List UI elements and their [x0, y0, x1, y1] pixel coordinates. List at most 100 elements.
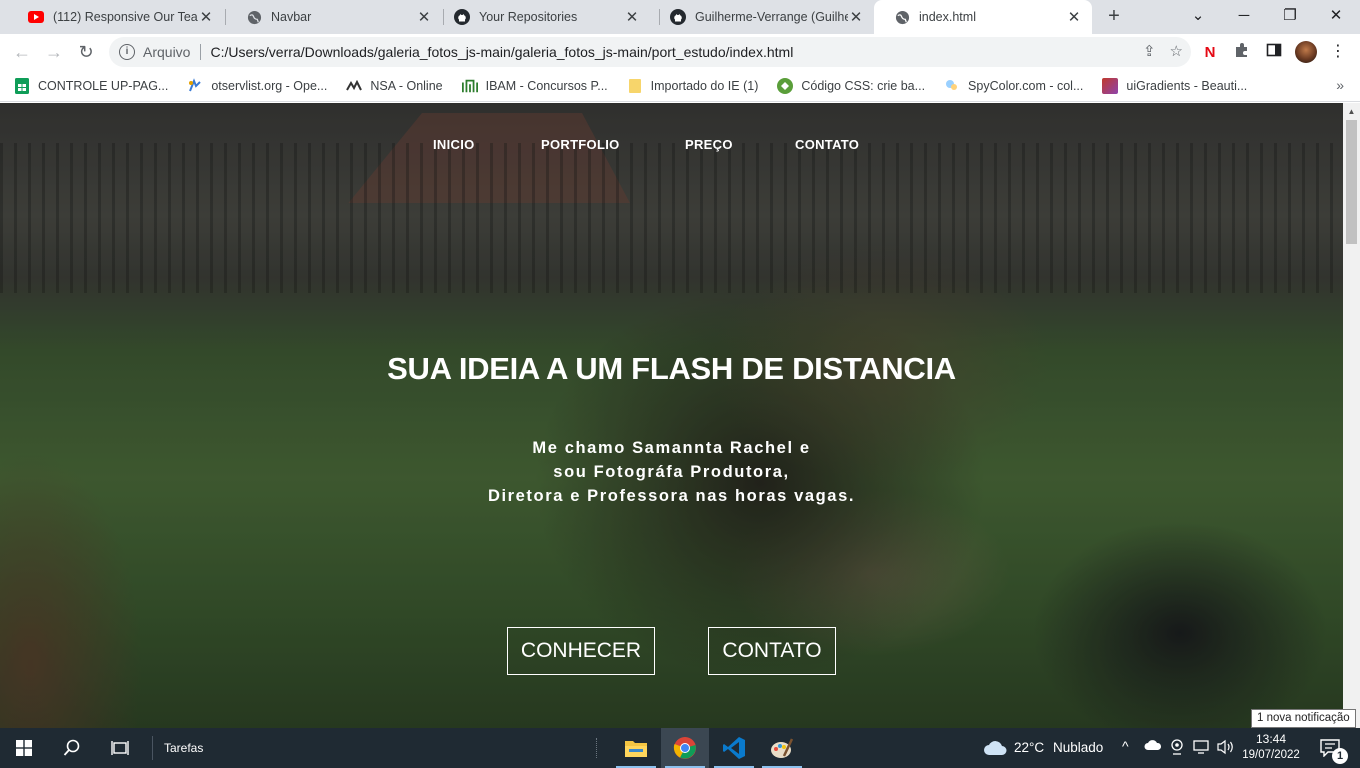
scroll-thumb[interactable]	[1346, 120, 1357, 244]
bookmarks-overflow-icon[interactable]: »	[1336, 77, 1344, 93]
hero-subtitle-line: Diretora e Professora nas horas vagas.	[487, 487, 856, 505]
bookmark-label: CONTROLE UP-PAG...	[38, 78, 169, 93]
bookmark-star-icon[interactable]: ☆	[1170, 42, 1183, 60]
cloud-weather-icon[interactable]	[978, 728, 1012, 768]
restore-button[interactable]: ❐	[1270, 3, 1310, 29]
tab-title: Guilherme-Verrange (Guilher	[695, 10, 848, 24]
paint-icon[interactable]	[758, 728, 806, 768]
close-tab-icon[interactable]: ✕	[416, 8, 432, 26]
new-tab-button[interactable]: +	[1102, 5, 1126, 29]
menu-kebab-icon[interactable]: ⋮	[1328, 42, 1348, 62]
bookmarks-bar: CONTROLE UP-PAG... otservlist.org - Ope.…	[0, 70, 1360, 102]
nav-link-inicio[interactable]: INICIO	[433, 137, 475, 152]
tab-title: index.html	[919, 10, 976, 24]
netflix-extension-icon[interactable]: N	[1200, 42, 1220, 62]
back-button[interactable]: ←	[10, 40, 34, 64]
css-icon	[777, 77, 794, 94]
uigradients-icon	[1102, 77, 1119, 94]
page-viewport: INICIO PORTFOLIO PREÇO CONTATO SUA IDEIA…	[0, 103, 1343, 728]
nsa-icon	[346, 78, 363, 94]
hero-subtitle: Me chamo Samannta Rachel e sou Fotográfa…	[0, 436, 1343, 508]
bookmark-label: IBAM - Concursos P...	[485, 78, 608, 93]
file-explorer-icon[interactable]	[612, 728, 660, 768]
network-icon[interactable]	[1193, 740, 1209, 757]
address-url[interactable]: C:/Users/verra/Downloads/galeria_fotos_j…	[210, 44, 793, 60]
tab-youtube[interactable]: (112) Responsive Our Team S ✕	[8, 0, 224, 34]
tab-your-repositories[interactable]: Your Repositories ✕	[434, 0, 650, 34]
notification-toast[interactable]: 1 nova notificação	[1251, 709, 1356, 728]
onedrive-icon[interactable]	[1144, 739, 1162, 754]
browser-toolbar: ← → ↻ i Arquivo C:/Users/verra/Downloads…	[0, 34, 1360, 70]
profile-avatar[interactable]	[1295, 41, 1317, 63]
webcam-icon[interactable]	[1170, 739, 1184, 758]
address-scheme-label: Arquivo	[143, 44, 191, 60]
bookmark-codigo-css[interactable]: Código CSS: crie ba...	[777, 77, 926, 94]
tab-title: Navbar	[271, 10, 312, 24]
conhecer-button[interactable]: CONHECER	[507, 627, 655, 675]
tab-title: (112) Responsive Our Team S	[53, 10, 198, 24]
close-window-button[interactable]: ✕	[1316, 3, 1356, 29]
tab-strip: (112) Responsive Our Team S ✕ Navbar ✕ Y…	[0, 0, 1360, 34]
side-panel-icon[interactable]	[1264, 42, 1284, 62]
close-tab-icon[interactable]: ✕	[1066, 8, 1082, 26]
minimize-button[interactable]: ─	[1224, 3, 1264, 29]
tab-navbar[interactable]: Navbar ✕	[226, 0, 442, 34]
bookmark-label: NSA - Online	[370, 78, 443, 93]
bookmark-uigradients[interactable]: uiGradients - Beauti...	[1102, 77, 1248, 94]
github-icon	[454, 9, 470, 25]
bookmark-otservlist[interactable]: otservlist.org - Ope...	[187, 77, 328, 94]
vscode-icon[interactable]	[710, 728, 758, 768]
tab-search-icon[interactable]: ⌄	[1178, 3, 1218, 29]
reload-button[interactable]: ↻	[74, 40, 98, 64]
tab-index-html[interactable]: index.html ✕	[874, 0, 1092, 34]
taskbar-divider	[152, 736, 153, 760]
weather-condition[interactable]: Nublado	[1053, 740, 1103, 755]
extensions-puzzle-icon[interactable]	[1232, 42, 1252, 62]
nav-link-preco[interactable]: PREÇO	[685, 137, 733, 152]
bookmark-ibam[interactable]: IBAM - Concursos P...	[461, 78, 608, 94]
info-icon[interactable]: i	[119, 44, 135, 60]
page-scrollbar[interactable]: ▲	[1343, 103, 1360, 728]
nav-link-portfolio[interactable]: PORTFOLIO	[541, 137, 620, 152]
bookmark-label: Importado do IE (1)	[650, 78, 759, 93]
volume-icon[interactable]	[1217, 739, 1235, 758]
tab-title: Your Repositories	[479, 10, 578, 24]
scroll-up-arrow-icon[interactable]: ▲	[1343, 103, 1360, 120]
windows-start-icon[interactable]	[0, 728, 48, 768]
site-navbar: INICIO PORTFOLIO PREÇO CONTATO	[0, 137, 1343, 157]
hero-overlay	[0, 103, 1343, 728]
bookmark-label: Código CSS: crie ba...	[801, 78, 926, 93]
notification-count-badge: 1	[1332, 748, 1348, 764]
clock-date[interactable]: 19/07/2022	[1242, 749, 1300, 761]
share-icon[interactable]: ⇪	[1143, 42, 1156, 60]
youtube-icon	[28, 9, 44, 25]
notification-center-icon[interactable]: 1	[1308, 728, 1352, 768]
sheets-icon	[14, 77, 30, 94]
task-view-icon[interactable]	[96, 728, 144, 768]
bookmark-label: uiGradients - Beauti...	[1126, 78, 1248, 93]
hero-subtitle-line: sou Fotográfa Produtora,	[553, 463, 790, 481]
bookmark-nsa-online[interactable]: NSA - Online	[346, 78, 443, 94]
chevron-up-icon[interactable]: ^	[1122, 738, 1129, 754]
nav-link-contato[interactable]: CONTATO	[795, 137, 859, 152]
close-tab-icon[interactable]: ✕	[848, 8, 864, 26]
contato-button[interactable]: CONTATO	[708, 627, 836, 675]
bookmark-label: otservlist.org - Ope...	[211, 78, 328, 93]
bookmark-controle-up-pag[interactable]: CONTROLE UP-PAG...	[14, 77, 169, 94]
hero-title: SUA IDEIA A UM FLASH DE DISTANCIA	[387, 351, 956, 386]
taskbar-search-label[interactable]: Tarefas	[164, 741, 203, 755]
bookmark-spycolor[interactable]: SpyColor.com - col...	[944, 78, 1083, 94]
close-tab-icon[interactable]: ✕	[198, 8, 214, 26]
hero-subtitle-line: Me chamo Samannta Rachel e	[532, 439, 811, 457]
close-tab-icon[interactable]: ✕	[624, 8, 640, 26]
otserv-icon	[187, 77, 203, 94]
clock-time[interactable]: 13:44	[1248, 732, 1294, 746]
address-bar[interactable]: i Arquivo C:/Users/verra/Downloads/galer…	[109, 37, 1191, 67]
weather-temperature[interactable]: 22°C	[1014, 740, 1044, 755]
address-divider	[200, 44, 202, 60]
bookmark-folder-importado-ie[interactable]: Importado do IE (1)	[627, 78, 759, 94]
chrome-icon[interactable]	[661, 728, 709, 768]
search-icon[interactable]	[48, 728, 96, 768]
tab-guilherme-verrange[interactable]: Guilherme-Verrange (Guilher ✕	[650, 0, 874, 34]
forward-button[interactable]: →	[42, 40, 66, 64]
